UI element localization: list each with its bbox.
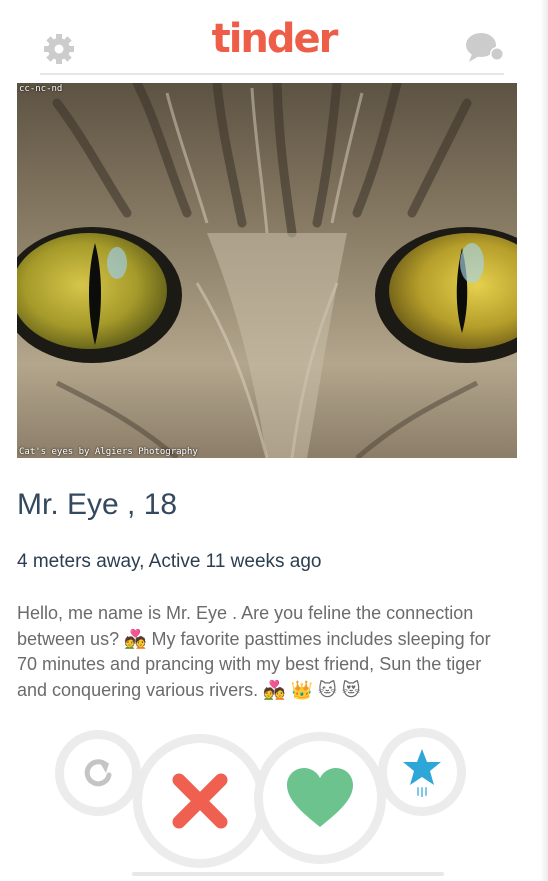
profile-bio: Hello, me name is Mr. Eye . Are you feli… [17, 603, 491, 700]
superlike-button[interactable] [378, 728, 466, 816]
x-icon [172, 773, 228, 829]
heart-icon [287, 768, 353, 827]
tinder-profile-page: tinder cc-nc-nd Cat's eyes by Algiers Ph… [0, 0, 548, 881]
profile-distance-activity: 4 meters away, Active 11 weeks ago [17, 551, 322, 572]
undo-icon [84, 759, 112, 787]
app-header: tinder [0, 0, 548, 80]
chat-bubbles-icon[interactable] [464, 30, 506, 66]
profile-name-age: Mr. Eye , 18 [17, 488, 178, 521]
photo-credit: Cat's eyes by Algiers Photography [19, 447, 198, 457]
undo-button[interactable] [55, 730, 141, 816]
photo-license: cc-nc-nd [19, 84, 63, 94]
nope-button[interactable] [133, 734, 267, 868]
header-divider [40, 73, 504, 75]
action-buttons [0, 720, 548, 881]
profile-photo[interactable]: cc-nc-nd Cat's eyes by Algiers Photograp… [17, 83, 517, 458]
button-shadow-line [132, 872, 444, 876]
like-button[interactable] [254, 732, 386, 864]
star-icon [403, 749, 441, 797]
